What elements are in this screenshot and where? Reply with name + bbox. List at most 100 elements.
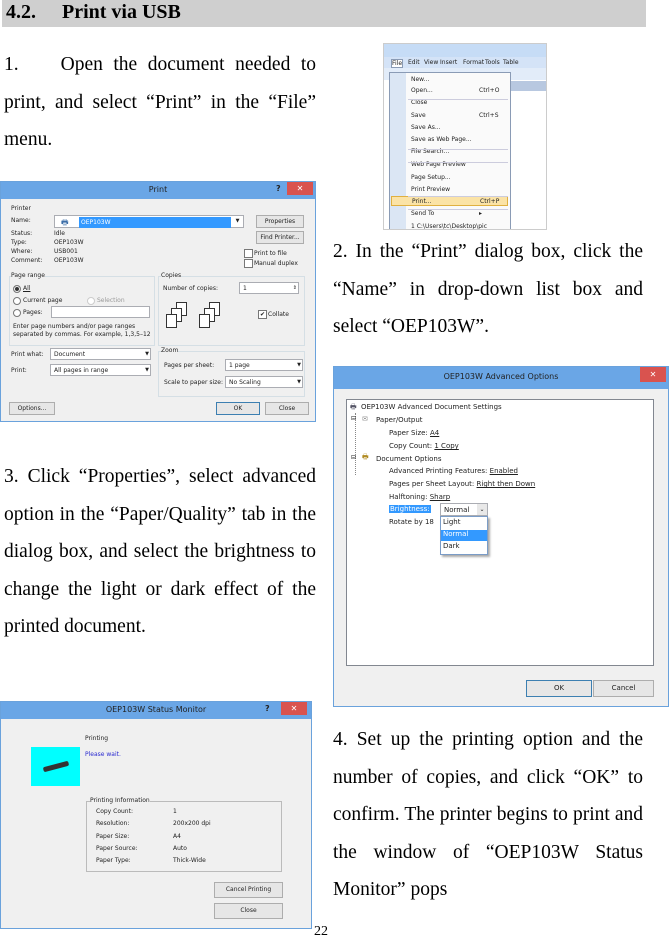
menu-format[interactable]: Format bbox=[463, 59, 484, 66]
menu-item-shortcut: ▸ bbox=[479, 210, 483, 217]
copy-count-value[interactable]: 1 Copy bbox=[434, 442, 458, 450]
menu-item-label: Send To bbox=[411, 210, 435, 217]
printer-name-dropdown[interactable]: 🖶 OEP103W ▼ bbox=[54, 215, 244, 228]
pages-input[interactable] bbox=[51, 306, 150, 318]
tree-paper-size[interactable]: Paper Size: A4 bbox=[389, 429, 439, 437]
menu-item[interactable]: 1 C:\Users\tc\Desktop\pic bbox=[391, 222, 508, 229]
collate-checkbox[interactable]: ✔ bbox=[258, 310, 267, 319]
copies-label: Copies bbox=[161, 272, 182, 279]
selected-printer: OEP103W bbox=[79, 217, 231, 228]
tree-copy-count[interactable]: Copy Count: 1 Copy bbox=[389, 442, 459, 450]
collate-pages-icon bbox=[166, 302, 188, 328]
printer-image bbox=[31, 747, 80, 786]
menu-item[interactable]: New... bbox=[391, 75, 508, 85]
ok-button[interactable]: OK bbox=[216, 402, 260, 415]
menu-file[interactable]: File bbox=[391, 59, 404, 68]
status-monitor-screenshot: OEP103W Status Monitor ? ✕ Printing Plea… bbox=[0, 701, 312, 929]
manual-duplex-checkbox[interactable] bbox=[244, 259, 253, 268]
dialog-title: OEP103W Advanced Options bbox=[443, 372, 559, 381]
settings-tree: 🖶 OEP103W Advanced Document Settings ⊟ ✉… bbox=[346, 399, 654, 666]
options-button[interactable]: Options... bbox=[9, 402, 55, 415]
status-text: Printing bbox=[85, 735, 109, 742]
menu-item[interactable]: Save As... bbox=[391, 123, 508, 133]
close-icon[interactable]: ✕ bbox=[640, 367, 666, 382]
close-icon[interactable]: ✕ bbox=[281, 702, 307, 715]
brightness-option[interactable]: Dark bbox=[441, 542, 487, 553]
menu-item-label: Print... bbox=[412, 198, 432, 205]
all-radio[interactable] bbox=[13, 285, 21, 293]
type-label: Type: bbox=[11, 239, 27, 246]
tree-halftoning[interactable]: Halftoning: Sharp bbox=[389, 493, 450, 501]
selection-label: Selection bbox=[97, 297, 125, 304]
menu-item-label: Save as Web Page... bbox=[411, 136, 472, 143]
collapse-icon[interactable]: ⊟ bbox=[351, 454, 356, 461]
printing-info-label: Printing Information bbox=[90, 797, 150, 804]
menu-view[interactable]: View bbox=[424, 59, 438, 66]
tree-root: OEP103W Advanced Document Settings bbox=[361, 403, 502, 411]
menu-table[interactable]: Table bbox=[503, 59, 519, 66]
menu-item[interactable]: Open... Ctrl+O bbox=[391, 86, 508, 96]
print-what-dropdown[interactable]: Document ▼ bbox=[50, 348, 151, 360]
status-value: Idle bbox=[54, 230, 65, 237]
pps-value[interactable]: Right then Down bbox=[477, 480, 536, 488]
pages-radio[interactable] bbox=[13, 309, 21, 317]
brightness-dropdown[interactable]: Normal ⌄ bbox=[440, 503, 488, 516]
help-icon[interactable]: ? bbox=[276, 184, 281, 193]
brightness-option[interactable]: Normal bbox=[441, 530, 487, 541]
menu-item-label: Print Preview bbox=[411, 186, 451, 193]
halftoning-value[interactable]: Sharp bbox=[430, 493, 451, 501]
menu-item[interactable]: Save as Web Page... bbox=[391, 135, 508, 145]
pages-per-sheet-value: 1 page bbox=[229, 362, 250, 369]
menu-item[interactable]: Send To ▸ bbox=[391, 209, 508, 219]
tree-advanced-printing[interactable]: Advanced Printing Features: Enabled bbox=[389, 467, 518, 475]
close-icon[interactable]: ✕ bbox=[287, 182, 313, 195]
spinner-arrows-icon[interactable]: ⇕ bbox=[293, 283, 297, 294]
brightness-option[interactable]: Light bbox=[441, 518, 487, 529]
scale-dropdown[interactable]: No Scaling ▼ bbox=[225, 376, 303, 388]
close-button[interactable]: Close bbox=[265, 402, 309, 415]
menu-item-shortcut: Ctrl+O bbox=[479, 87, 500, 94]
tree-document-options[interactable]: Document Options bbox=[376, 455, 442, 463]
menu-item[interactable]: Print... Ctrl+P bbox=[391, 196, 508, 206]
menu-edit[interactable]: Edit bbox=[408, 59, 420, 66]
cancel-button[interactable]: Cancel bbox=[593, 680, 654, 697]
help-icon[interactable]: ? bbox=[265, 704, 270, 713]
status-message: Please wait. bbox=[85, 751, 121, 758]
current-page-radio[interactable] bbox=[13, 297, 21, 305]
chevron-down-icon: ▼ bbox=[235, 218, 240, 224]
menu-item[interactable]: Save Ctrl+S bbox=[391, 111, 508, 121]
menu-separator bbox=[408, 162, 508, 163]
menu-insert[interactable]: Insert bbox=[440, 59, 457, 66]
cancel-printing-button[interactable]: Cancel Printing bbox=[214, 882, 283, 898]
name-label: Name: bbox=[11, 217, 31, 224]
pages-per-sheet-dropdown[interactable]: 1 page ▼ bbox=[225, 359, 303, 371]
tree-rotate[interactable]: Rotate by 18 bbox=[389, 518, 434, 526]
number-of-copies-label: Number of copies: bbox=[163, 285, 218, 292]
print-what-label: Print what: bbox=[11, 351, 44, 358]
ok-button[interactable]: OK bbox=[526, 680, 592, 697]
properties-button[interactable]: Properties bbox=[256, 215, 304, 228]
brightness-options-list: Light Normal Dark bbox=[440, 516, 488, 555]
menu-item[interactable]: Print Preview bbox=[391, 185, 508, 195]
close-button[interactable]: Close bbox=[214, 903, 283, 919]
section-heading: 4.2. Print via USB bbox=[2, 0, 646, 27]
brightness-value: Normal bbox=[444, 506, 470, 514]
selection-radio[interactable] bbox=[87, 297, 95, 305]
ruler bbox=[508, 81, 546, 91]
apf-value[interactable]: Enabled bbox=[490, 467, 518, 475]
menu-item[interactable]: Page Setup... bbox=[391, 173, 508, 183]
menu-tools[interactable]: Tools bbox=[485, 59, 500, 66]
manual-duplex-label: Manual duplex bbox=[254, 260, 298, 267]
tree-brightness[interactable]: Brightness: bbox=[389, 505, 431, 513]
print-range-dropdown[interactable]: All pages in range ▼ bbox=[50, 364, 151, 376]
collapse-icon[interactable]: ⊟ bbox=[351, 415, 356, 422]
tree-paper-output[interactable]: Paper/Output bbox=[376, 416, 423, 424]
paper-size-value[interactable]: A4 bbox=[430, 429, 439, 437]
current-page-label: Current page bbox=[23, 297, 63, 304]
step-4-text: 4. Set up the printing option and the nu… bbox=[333, 729, 643, 900]
find-printer-button[interactable]: Find Printer... bbox=[256, 231, 304, 244]
print-to-file-checkbox[interactable] bbox=[244, 249, 253, 258]
tree-pages-per-sheet[interactable]: Pages per Sheet Layout: Right then Down bbox=[389, 480, 535, 488]
copies-spinner[interactable]: 1 ⇕ bbox=[239, 282, 299, 294]
status-label: Status: bbox=[11, 230, 33, 237]
